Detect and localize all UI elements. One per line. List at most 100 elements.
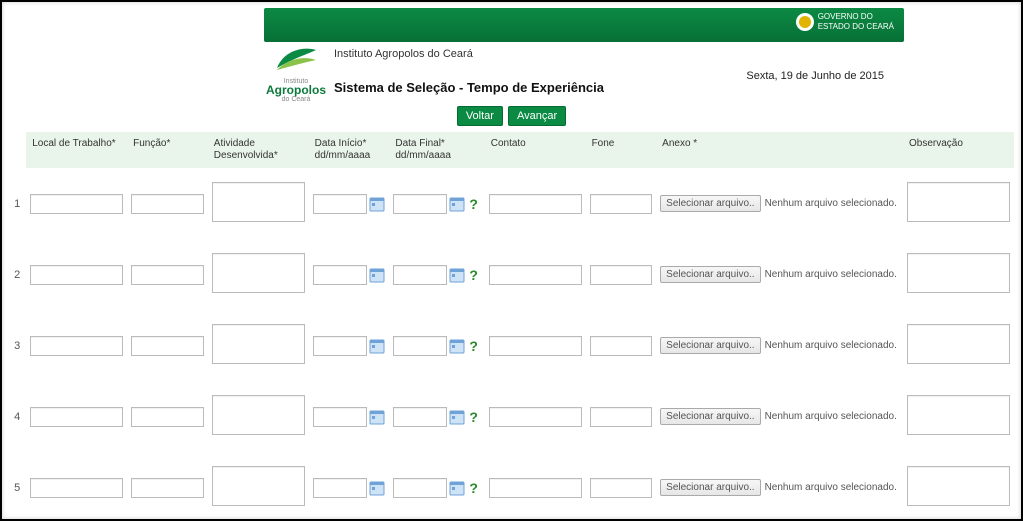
observacao-input[interactable] bbox=[907, 395, 1010, 435]
avancar-button[interactable]: Avançar bbox=[508, 106, 566, 126]
observacao-input[interactable] bbox=[907, 182, 1010, 222]
funcao-input[interactable] bbox=[131, 478, 204, 498]
atividade-input[interactable] bbox=[212, 253, 305, 293]
app-window: GOVERNO DO ESTADO DO CEARÁ Instituto Agr… bbox=[0, 0, 1023, 521]
calendar-icon[interactable] bbox=[449, 480, 465, 496]
leaf-icon bbox=[274, 44, 318, 74]
observacao-input[interactable] bbox=[907, 253, 1010, 293]
gov-brand: GOVERNO DO ESTADO DO CEARÁ bbox=[796, 12, 894, 32]
file-status: Nenhum arquivo selecionado. bbox=[765, 198, 897, 209]
voltar-button[interactable]: Voltar bbox=[457, 106, 503, 126]
file-select-button[interactable]: Selecionar arquivo.. bbox=[660, 408, 760, 425]
data-final-input[interactable] bbox=[393, 407, 447, 427]
atividade-input[interactable] bbox=[212, 324, 305, 364]
experience-table: Local de Trabalho* Função* Atividade Des… bbox=[10, 132, 1014, 523]
observacao-input[interactable] bbox=[907, 324, 1010, 364]
calendar-icon[interactable] bbox=[369, 267, 385, 283]
row-number: 3 bbox=[10, 310, 26, 381]
help-icon[interactable]: ? bbox=[467, 196, 480, 212]
data-final-input[interactable] bbox=[393, 194, 447, 214]
current-date: Sexta, 19 de Junho de 2015 bbox=[746, 70, 884, 82]
file-status: Nenhum arquivo selecionado. bbox=[765, 482, 897, 493]
gov-text: GOVERNO DO ESTADO DO CEARÁ bbox=[818, 12, 894, 32]
fone-input[interactable] bbox=[590, 336, 653, 356]
col-contato: Contato bbox=[485, 132, 586, 168]
fone-input[interactable] bbox=[590, 478, 653, 498]
col-observacao: Observação bbox=[903, 132, 1014, 168]
data-inicio-input[interactable] bbox=[313, 478, 367, 498]
funcao-input[interactable] bbox=[131, 407, 204, 427]
file-select-button[interactable]: Selecionar arquivo.. bbox=[660, 479, 760, 496]
local-input[interactable] bbox=[30, 478, 123, 498]
action-bar: Voltar Avançar bbox=[2, 106, 1021, 126]
calendar-icon[interactable] bbox=[449, 338, 465, 354]
row-number: 4 bbox=[10, 381, 26, 452]
help-icon[interactable]: ? bbox=[467, 338, 480, 354]
table-row: 5 ? Selecionar arquivo. bbox=[10, 452, 1014, 523]
contato-input[interactable] bbox=[489, 478, 582, 498]
file-select-button[interactable]: Selecionar arquivo.. bbox=[660, 195, 760, 212]
row-number: 2 bbox=[10, 239, 26, 310]
local-input[interactable] bbox=[30, 407, 123, 427]
table-row: 2 ? Selecionar arquivo. bbox=[10, 239, 1014, 310]
contato-input[interactable] bbox=[489, 265, 582, 285]
help-icon[interactable]: ? bbox=[467, 480, 480, 496]
contato-input[interactable] bbox=[489, 194, 582, 214]
logo: Instituto Agropolos do Ceará bbox=[264, 44, 328, 104]
sub-header: Instituto Agropolos do Ceará Instituto A… bbox=[264, 42, 904, 102]
funcao-input[interactable] bbox=[131, 194, 204, 214]
col-atividade: Atividade Desenvolvida* bbox=[208, 132, 309, 168]
contato-input[interactable] bbox=[489, 336, 582, 356]
help-icon[interactable]: ? bbox=[467, 267, 480, 283]
local-input[interactable] bbox=[30, 336, 123, 356]
file-select-button[interactable]: Selecionar arquivo.. bbox=[660, 337, 760, 354]
calendar-icon[interactable] bbox=[449, 196, 465, 212]
row-number: 1 bbox=[10, 168, 26, 239]
atividade-input[interactable] bbox=[212, 466, 305, 506]
file-upload: Selecionar arquivo.. Nenhum arquivo sele… bbox=[660, 337, 899, 354]
file-status: Nenhum arquivo selecionado. bbox=[765, 269, 897, 280]
data-final-input[interactable] bbox=[393, 336, 447, 356]
calendar-icon[interactable] bbox=[369, 338, 385, 354]
calendar-icon[interactable] bbox=[369, 409, 385, 425]
funcao-input[interactable] bbox=[131, 265, 204, 285]
logo-text: Instituto Agropolos do Ceará bbox=[264, 77, 328, 104]
col-data-final: Data Final*dd/mm/aaaa bbox=[389, 132, 484, 168]
data-final-input[interactable] bbox=[393, 478, 447, 498]
help-icon[interactable]: ? bbox=[467, 409, 480, 425]
col-anexo: Anexo * bbox=[656, 132, 903, 168]
file-select-button[interactable]: Selecionar arquivo.. bbox=[660, 266, 760, 283]
fone-input[interactable] bbox=[590, 407, 653, 427]
calendar-icon[interactable] bbox=[449, 267, 465, 283]
atividade-input[interactable] bbox=[212, 182, 305, 222]
top-banner: GOVERNO DO ESTADO DO CEARÁ bbox=[264, 8, 904, 42]
data-inicio-input[interactable] bbox=[313, 407, 367, 427]
calendar-icon[interactable] bbox=[449, 409, 465, 425]
file-status: Nenhum arquivo selecionado. bbox=[765, 411, 897, 422]
row-number: 5 bbox=[10, 452, 26, 523]
data-final-input[interactable] bbox=[393, 265, 447, 285]
file-upload: Selecionar arquivo.. Nenhum arquivo sele… bbox=[660, 195, 899, 212]
calendar-icon[interactable] bbox=[369, 196, 385, 212]
file-upload: Selecionar arquivo.. Nenhum arquivo sele… bbox=[660, 479, 899, 496]
local-input[interactable] bbox=[30, 265, 123, 285]
calendar-icon[interactable] bbox=[369, 480, 385, 496]
fone-input[interactable] bbox=[590, 194, 653, 214]
data-inicio-input[interactable] bbox=[313, 336, 367, 356]
fone-input[interactable] bbox=[590, 265, 653, 285]
contato-input[interactable] bbox=[489, 407, 582, 427]
gov-seal-icon bbox=[796, 13, 814, 31]
local-input[interactable] bbox=[30, 194, 123, 214]
file-upload: Selecionar arquivo.. Nenhum arquivo sele… bbox=[660, 408, 899, 425]
data-inicio-input[interactable] bbox=[313, 265, 367, 285]
table-header-row: Local de Trabalho* Função* Atividade Des… bbox=[10, 132, 1014, 168]
atividade-input[interactable] bbox=[212, 395, 305, 435]
col-data-inicio: Data Início*dd/mm/aaaa bbox=[309, 132, 390, 168]
file-upload: Selecionar arquivo.. Nenhum arquivo sele… bbox=[660, 266, 899, 283]
col-funcao: Função* bbox=[127, 132, 208, 168]
funcao-input[interactable] bbox=[131, 336, 204, 356]
col-fone: Fone bbox=[586, 132, 657, 168]
observacao-input[interactable] bbox=[907, 466, 1010, 506]
table-row: 3 ? Selecionar arquivo. bbox=[10, 310, 1014, 381]
data-inicio-input[interactable] bbox=[313, 194, 367, 214]
